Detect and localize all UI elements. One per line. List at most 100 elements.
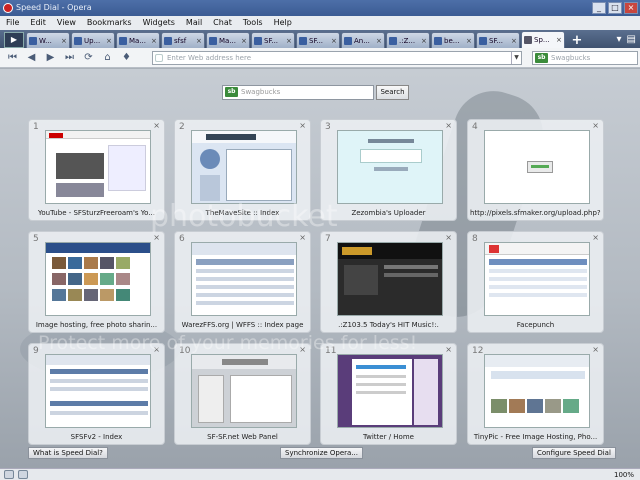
menu-chat[interactable]: Chat [213, 16, 232, 30]
dial-number: 1 [33, 122, 39, 132]
favicon-icon [164, 36, 172, 45]
page-icon [389, 36, 397, 45]
rewind-button[interactable]: ⏮ [4, 50, 21, 66]
speed-dial-page: sb Swagbucks Search 1 × YouTube - SFStur… [0, 69, 640, 468]
minimize-button[interactable]: _ [592, 2, 606, 14]
close-icon[interactable]: × [592, 233, 599, 242]
tab[interactable]: SF... × [476, 32, 520, 48]
synchronize-opera-button[interactable]: Synchronize Opera... [280, 447, 364, 459]
speed-dial-5[interactable]: 5 × Image hosting, free photo sharin... [28, 231, 165, 333]
speed-dial-search-button[interactable]: Search [376, 85, 409, 100]
address-field[interactable]: Enter Web address here ▼ [152, 51, 522, 65]
tab[interactable]: be... × [431, 32, 475, 48]
speed-dial-12[interactable]: 12 × TinyPic - Free Image Hosting, Pho..… [467, 343, 604, 445]
menu-help[interactable]: Help [274, 16, 292, 30]
tab[interactable]: SF... × [296, 32, 340, 48]
dial-caption: Facepunch [516, 321, 555, 329]
close-icon[interactable]: × [153, 345, 160, 354]
speed-dial-10[interactable]: 10 × SF-SF.net Web Panel [174, 343, 311, 445]
tab-label: An... [354, 36, 370, 45]
favicon-icon [434, 36, 442, 45]
unite-icon[interactable] [4, 470, 14, 479]
speed-dial-7[interactable]: 7 × .:Z103.5 Today's HIT Music!:. [320, 231, 457, 333]
tab-close-icon[interactable]: × [421, 37, 427, 45]
speed-dial-2[interactable]: 2 × TheMaveSite :: Index [174, 119, 311, 221]
tab[interactable]: sfsf × [161, 32, 205, 48]
tab-close-icon[interactable]: × [151, 37, 157, 45]
menu-file[interactable]: File [6, 16, 19, 30]
speed-dial-search-input[interactable]: sb Swagbucks [222, 85, 374, 100]
speed-dial-1[interactable]: 1 × YouTube - SFSturzFreeroam's Yo... [28, 119, 165, 221]
tab-close-icon[interactable]: × [286, 37, 292, 45]
configure-speed-dial-button[interactable]: Configure Speed Dial [532, 447, 616, 459]
search-field[interactable]: sb Swagbucks [532, 51, 638, 65]
maximize-button[interactable]: □ [608, 2, 622, 14]
tab-close-icon[interactable]: × [241, 37, 247, 45]
chevron-down-icon[interactable]: ▼ [511, 52, 521, 64]
forward-button[interactable]: ▶ [42, 50, 59, 66]
favicon-icon [29, 36, 37, 45]
dial-number: 7 [325, 234, 331, 244]
speed-dial-4[interactable]: 4 × http://pixels.sfmaker.org/upload.php… [467, 119, 604, 221]
tab-close-icon[interactable]: × [331, 37, 337, 45]
menu-tools[interactable]: Tools [243, 16, 263, 30]
reload-button[interactable]: ⟳ [80, 50, 97, 66]
close-icon[interactable]: × [153, 121, 160, 130]
tab[interactable]: .:Z... × [386, 32, 430, 48]
menu-edit[interactable]: Edit [30, 16, 46, 30]
close-icon[interactable]: × [445, 233, 452, 242]
close-icon[interactable]: × [592, 345, 599, 354]
tab-close-icon[interactable]: × [466, 37, 472, 45]
menu-widgets[interactable]: Widgets [143, 16, 175, 30]
window-controls: _ □ × [592, 2, 638, 14]
tab[interactable]: Ma... × [206, 32, 250, 48]
tab-speed-dial[interactable]: Sp... × [521, 31, 565, 48]
speed-dial-11[interactable]: 11 × Twitter / Home [320, 343, 457, 445]
tab[interactable]: Up... × [71, 32, 115, 48]
tab-close-icon[interactable]: × [376, 37, 382, 45]
trash-icon[interactable]: ▾ [617, 32, 622, 48]
close-icon[interactable]: × [299, 121, 306, 130]
tab-close-icon[interactable]: × [511, 37, 517, 45]
dial-thumbnail [45, 130, 151, 204]
dial-number: 9 [33, 346, 39, 356]
tab-label: SF... [264, 36, 279, 45]
speed-dial-6[interactable]: 6 × WarezFFS.org | WFFS :: Index page [174, 231, 311, 333]
dial-number: 6 [179, 234, 185, 244]
home-button[interactable]: ⌂ [99, 50, 116, 66]
tab[interactable]: SF... × [251, 32, 295, 48]
tab[interactable]: Ma... × [116, 32, 160, 48]
dial-caption: TheMaveSite :: Index [205, 209, 280, 217]
close-icon[interactable]: × [592, 121, 599, 130]
tab[interactable]: W... × [26, 32, 70, 48]
window-title: Speed Dial - Opera [16, 3, 92, 12]
speed-dial-9[interactable]: 9 × SFSFv2 - Index [28, 343, 165, 445]
close-icon[interactable]: × [445, 121, 452, 130]
tab-close-icon[interactable]: × [61, 37, 67, 45]
favicon-icon [74, 36, 82, 45]
menu-bookmarks[interactable]: Bookmarks [87, 16, 132, 30]
tab-close-icon[interactable]: × [106, 37, 112, 45]
close-icon[interactable]: × [445, 345, 452, 354]
turbo-icon[interactable] [18, 470, 28, 479]
speed-dial-8[interactable]: 8 × Facepunch [467, 231, 604, 333]
tab[interactable]: An... × [341, 32, 385, 48]
what-is-speed-dial-button[interactable]: What is Speed Dial? [28, 447, 108, 459]
wand-icon[interactable]: ♦ [118, 50, 135, 66]
new-tab-button[interactable]: + [569, 34, 585, 48]
menu-view[interactable]: View [57, 16, 76, 30]
fast-forward-button[interactable]: ⏭ [61, 50, 78, 66]
zoom-level[interactable]: 100% [614, 471, 634, 479]
close-icon[interactable]: × [299, 345, 306, 354]
tab-close-icon[interactable]: × [196, 37, 202, 45]
close-icon[interactable]: × [153, 233, 160, 242]
speed-dial-3[interactable]: 3 × Zezombia's Uploader [320, 119, 457, 221]
back-button[interactable]: ◀ [23, 50, 40, 66]
close-window-button[interactable]: × [624, 2, 638, 14]
close-icon[interactable]: × [299, 233, 306, 242]
panel-toggle-button[interactable]: ▶ [4, 32, 24, 48]
tab-list-icon[interactable]: ▤ [627, 32, 636, 48]
menu-mail[interactable]: Mail [186, 16, 202, 30]
dial-caption: http://pixels.sfmaker.org/upload.php?pi.… [470, 209, 601, 217]
tab-close-icon[interactable]: × [556, 36, 562, 44]
